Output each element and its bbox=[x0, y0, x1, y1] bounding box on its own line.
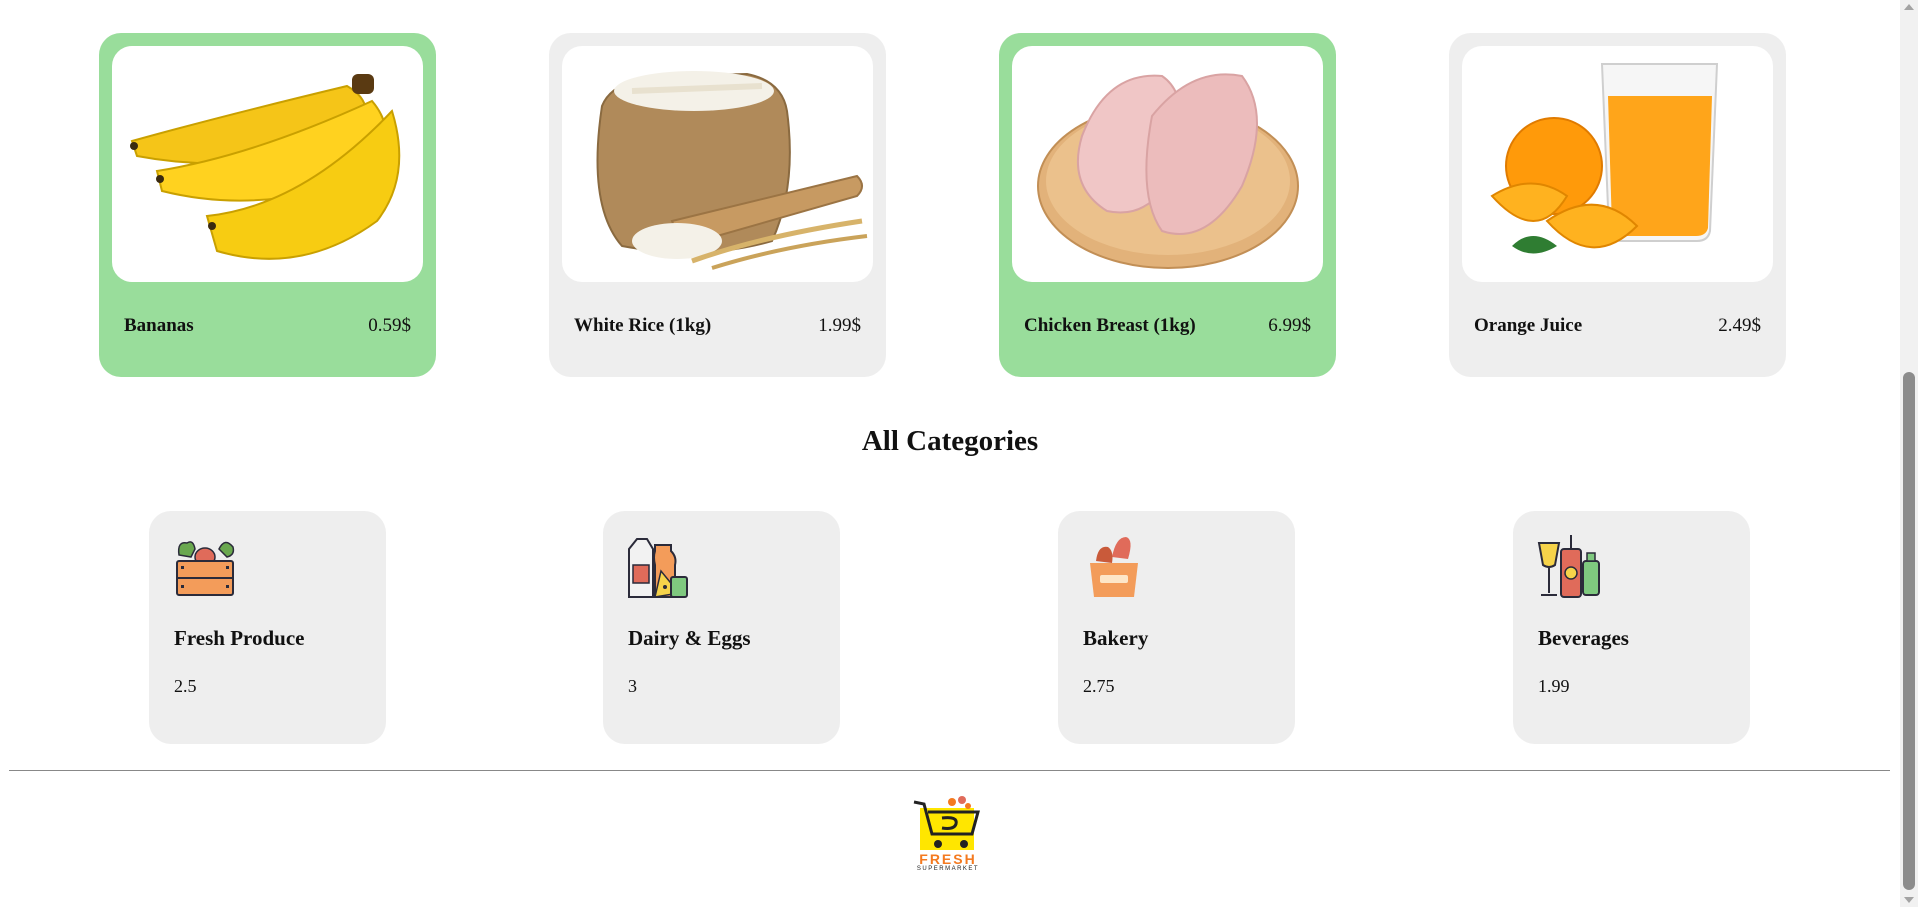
rice-sack-image bbox=[562, 46, 873, 282]
scroll-up-arrow-icon[interactable] bbox=[1904, 4, 1914, 10]
product-card-orange-juice[interactable]: Orange Juice 2.49$ bbox=[1449, 33, 1786, 377]
product-price: 2.49$ bbox=[1718, 315, 1761, 336]
bananas-image bbox=[112, 46, 423, 282]
product-card-chicken-breast[interactable]: Chicken Breast (1kg) 6.99$ bbox=[999, 33, 1336, 377]
vegetable-crate-icon bbox=[173, 535, 237, 599]
scroll-thumb[interactable] bbox=[1903, 372, 1915, 890]
category-card-beverages[interactable]: Beverages 1.99 bbox=[1513, 511, 1750, 744]
category-card-bakery[interactable]: Bakery 2.75 bbox=[1058, 511, 1295, 744]
category-name: Beverages bbox=[1538, 626, 1629, 650]
category-name: Dairy & Eggs bbox=[628, 626, 751, 650]
product-card-white-rice[interactable]: White Rice (1kg) 1.99$ bbox=[549, 33, 886, 377]
product-name: Chicken Breast (1kg) bbox=[1024, 315, 1196, 336]
chicken-breast-image bbox=[1012, 46, 1323, 282]
category-name: Fresh Produce bbox=[174, 626, 305, 650]
category-value: 2.75 bbox=[1083, 676, 1115, 696]
product-price: 6.99$ bbox=[1268, 315, 1311, 336]
section-title: All Categories bbox=[861, 425, 1039, 457]
orange-juice-image bbox=[1462, 46, 1773, 282]
category-card-fresh-produce[interactable]: Fresh Produce 2.5 bbox=[149, 511, 386, 744]
drinks-icon bbox=[1537, 535, 1601, 599]
category-value: 2.5 bbox=[174, 676, 197, 696]
product-name: Orange Juice bbox=[1474, 315, 1583, 336]
scroll-down-arrow-icon[interactable] bbox=[1904, 897, 1914, 903]
bread-bag-icon bbox=[1082, 535, 1146, 599]
vertical-scrollbar[interactable] bbox=[1900, 0, 1918, 907]
product-card-bananas[interactable]: Bananas 0.59$ bbox=[99, 33, 436, 377]
footer-divider bbox=[9, 770, 1890, 771]
category-value: 3 bbox=[628, 676, 637, 696]
category-value: 1.99 bbox=[1538, 676, 1570, 696]
product-name: White Rice (1kg) bbox=[574, 315, 712, 336]
logo-word: FRESH bbox=[919, 851, 977, 867]
product-name: Bananas bbox=[124, 315, 194, 336]
shopping-cart-logo-icon[interactable]: FRESH SUPERMARKET bbox=[912, 792, 984, 874]
product-price: 1.99$ bbox=[818, 315, 861, 336]
category-card-dairy-eggs[interactable]: Dairy & Eggs 3 bbox=[603, 511, 840, 744]
category-name: Bakery bbox=[1083, 626, 1149, 650]
dairy-products-icon bbox=[627, 535, 691, 599]
product-price: 0.59$ bbox=[368, 315, 411, 336]
page: Bananas 0.59$ White Rice (1kg) 1.99$ Chi… bbox=[0, 0, 1900, 907]
logo-subtitle: SUPERMARKET bbox=[916, 866, 980, 872]
